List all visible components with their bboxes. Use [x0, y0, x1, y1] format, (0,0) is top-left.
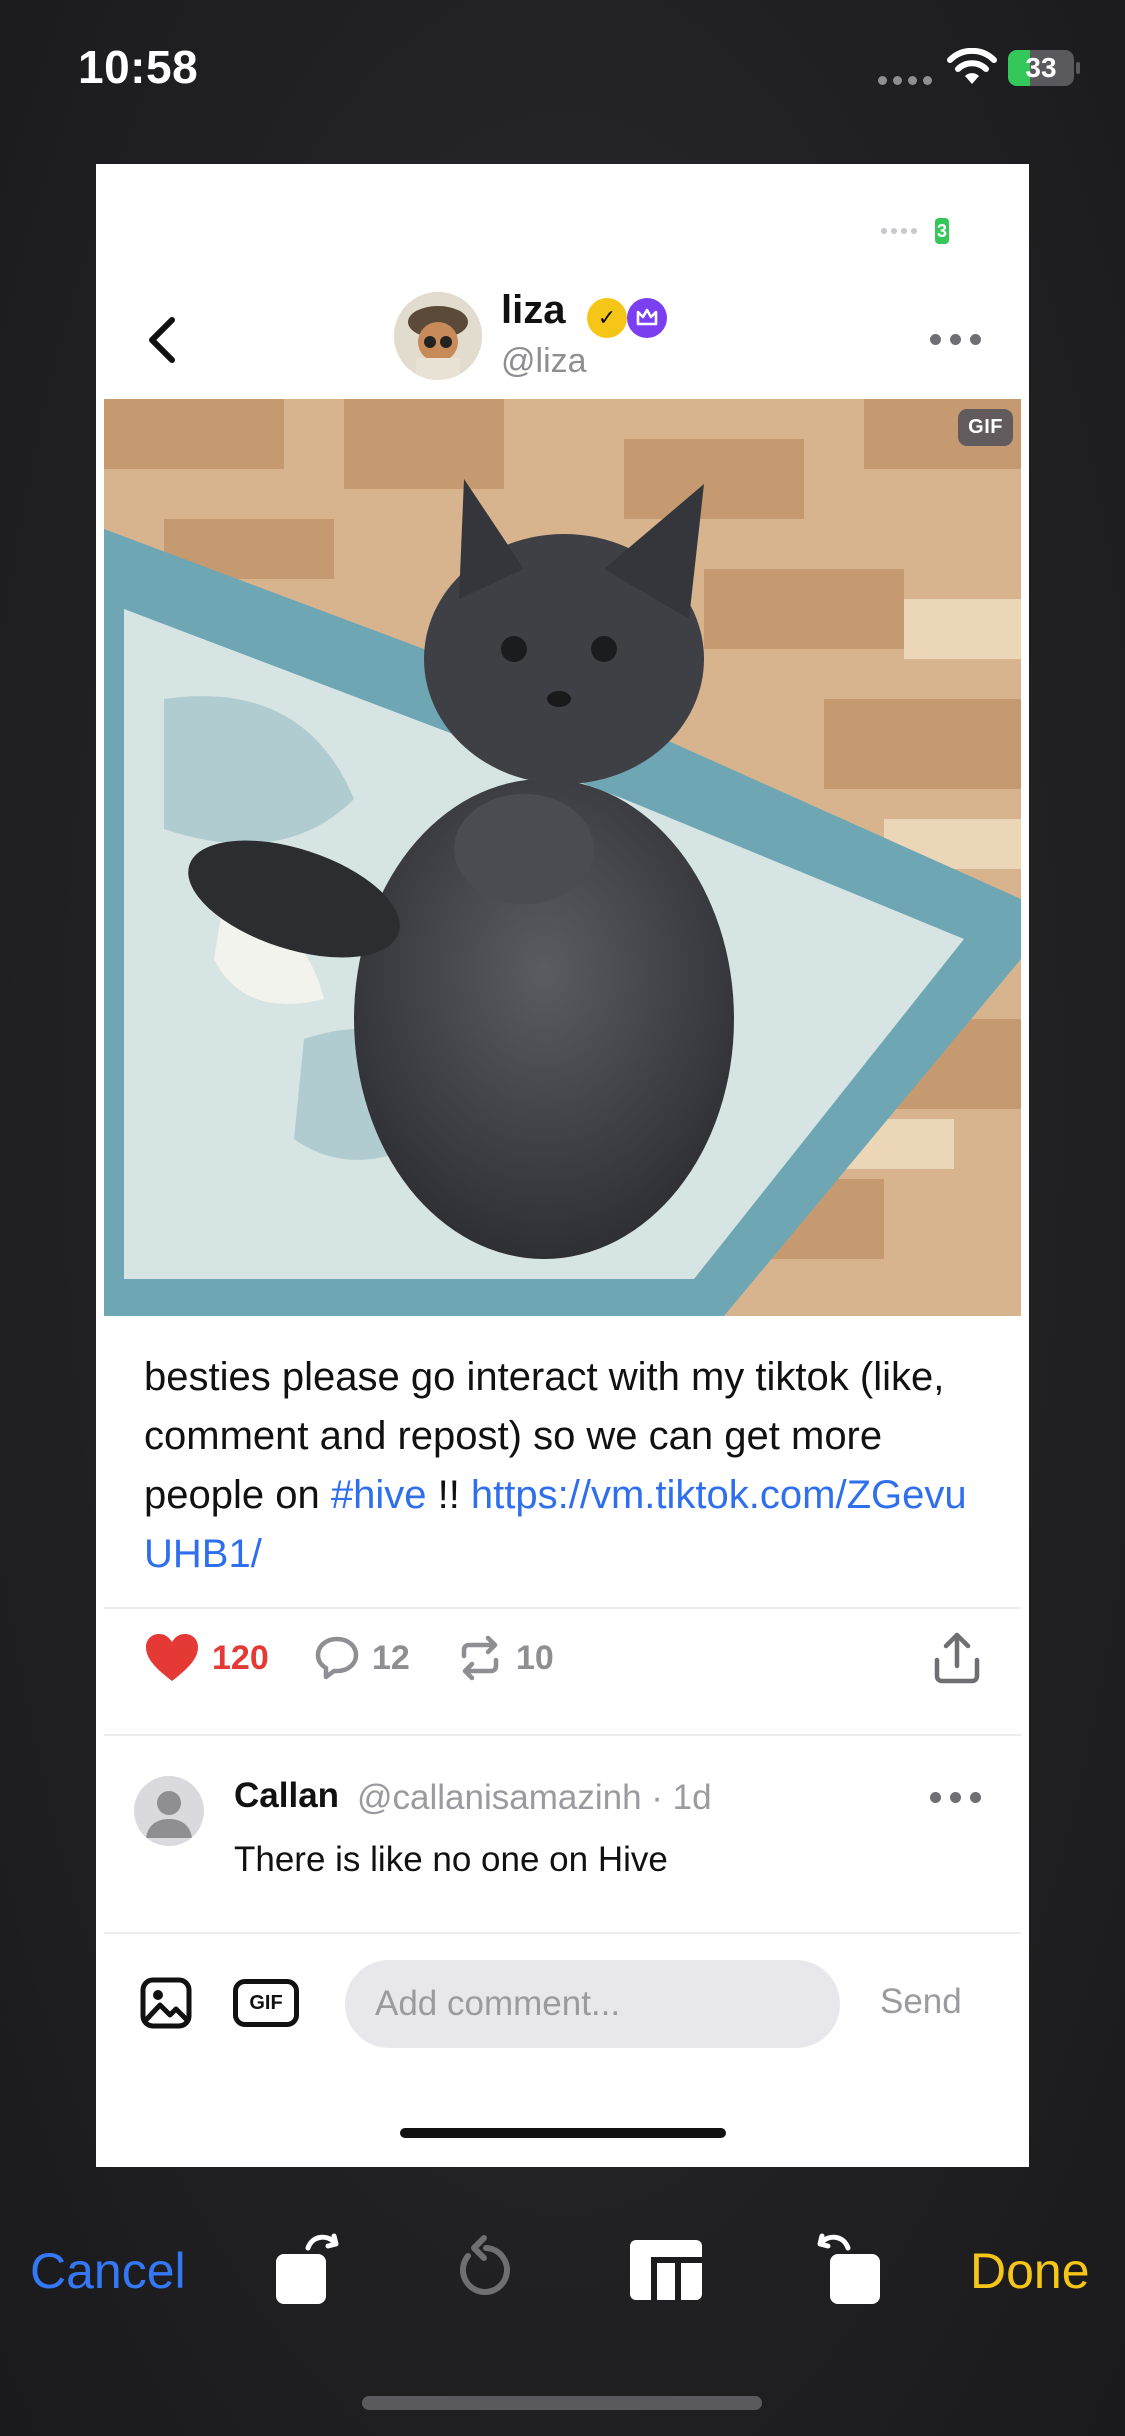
share-button[interactable] — [932, 1628, 982, 1688]
divider — [104, 1607, 1021, 1609]
comment-text: There is like no one on Hive — [234, 1840, 668, 1879]
wifi-icon — [947, 48, 997, 84]
repost-button[interactable]: 10 — [456, 1628, 554, 1688]
share-icon — [934, 1632, 980, 1684]
like-button[interactable]: 120 — [144, 1628, 269, 1688]
like-count: 120 — [212, 1638, 269, 1677]
inner-signal-icon — [881, 228, 917, 234]
comment-icon — [315, 1636, 359, 1680]
crown-badge-icon — [627, 298, 667, 338]
commenter-avatar[interactable] — [134, 1776, 204, 1846]
home-indicator — [362, 2396, 762, 2410]
gif-picker-button[interactable]: GIF — [233, 1979, 299, 2027]
back-icon[interactable] — [140, 310, 184, 370]
comment-input[interactable] — [345, 1960, 840, 2048]
divider — [104, 1734, 1021, 1736]
divider — [104, 1932, 1021, 1934]
rotate-right-icon[interactable] — [808, 2222, 888, 2312]
comment-more-icon[interactable] — [930, 1792, 981, 1803]
image-attach-icon[interactable] — [140, 1977, 192, 2029]
profile-handle[interactable]: @liza — [501, 342, 587, 381]
comment-count: 12 — [372, 1638, 410, 1677]
cancel-button[interactable]: Cancel — [30, 2242, 186, 2300]
cellular-signal-icon — [878, 76, 932, 85]
battery-icon: 33 — [1008, 50, 1080, 86]
post-text: besties please go interact with my tikto… — [144, 1348, 994, 1584]
send-button[interactable]: Send — [880, 1982, 962, 2022]
avatar[interactable] — [394, 292, 482, 380]
battery-level: 33 — [1025, 52, 1057, 83]
more-options-icon[interactable] — [930, 334, 981, 345]
inner-battery-icon: 3 — [935, 218, 949, 244]
status-time: 10:58 — [78, 41, 199, 93]
commenter-handle-time: @callanisamazinh · 1d — [357, 1778, 712, 1817]
profile-name[interactable]: liza — [501, 288, 565, 333]
post-actions: 120 12 10 — [144, 1628, 994, 1688]
inner-status-bar: 3 — [881, 218, 949, 244]
post-gif-image[interactable]: GIF — [104, 399, 1021, 1316]
inner-home-indicator — [400, 2128, 726, 2138]
verified-check-icon: ✓ — [587, 298, 627, 338]
comment-button[interactable]: 12 — [314, 1628, 410, 1688]
aspect-ratio-icon[interactable] — [626, 2222, 706, 2312]
status-bar: 10:58 33 — [0, 0, 1125, 140]
hashtag-link[interactable]: #hive — [331, 1473, 427, 1517]
repost-count: 10 — [516, 1638, 554, 1677]
post-body-cont: !! — [426, 1473, 471, 1517]
gif-badge: GIF — [958, 409, 1013, 446]
commenter-name[interactable]: Callan — [234, 1776, 339, 1816]
repost-icon — [461, 1635, 499, 1681]
rotate-left-icon[interactable] — [268, 2222, 348, 2312]
done-button[interactable]: Done — [970, 2242, 1090, 2300]
heart-icon — [146, 1634, 198, 1681]
screenshot-content: 3 liza ✓ @liza GIF besties please go int… — [104, 170, 1021, 2163]
reset-rotation-icon[interactable] — [446, 2222, 526, 2312]
